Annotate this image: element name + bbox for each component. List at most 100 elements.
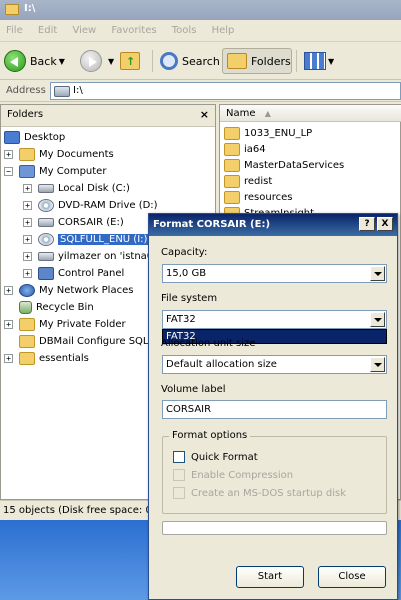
expand-icon[interactable]: + xyxy=(23,251,32,261)
checkbox-box[interactable] xyxy=(173,451,185,463)
tree-item-network-places[interactable]: + My Network Places xyxy=(4,282,133,298)
filesystem-value: FAT32 xyxy=(166,314,196,325)
format-dialog: Format CORSAIR (E:) ? X Capacity: 15,0 G… xyxy=(148,213,398,600)
quick-format-checkbox[interactable]: Quick Format xyxy=(173,451,258,463)
expand-icon[interactable]: + xyxy=(23,183,32,193)
filesystem-select[interactable]: FAT32 xyxy=(162,310,387,329)
file-row[interactable]: 1033_ENU_LP xyxy=(224,125,312,141)
close-button[interactable]: Close xyxy=(318,566,386,588)
views-button[interactable]: ▼ xyxy=(304,48,334,74)
tree-item-local-disk[interactable]: + Local Disk (C:) xyxy=(23,180,130,196)
expand-icon[interactable]: + xyxy=(23,268,32,278)
expand-icon[interactable]: + xyxy=(4,285,13,295)
address-value: I:\ xyxy=(73,85,83,96)
tree-item-label: Local Disk (C:) xyxy=(58,182,130,194)
tree-item-dvd-drive[interactable]: + DVD-RAM Drive (D:) xyxy=(23,197,158,213)
up-folder-icon: ↑ xyxy=(120,52,140,70)
tree-item-sqlfull[interactable]: + SQLFULL_ENU (I:) xyxy=(23,231,150,247)
views-icon xyxy=(304,52,326,70)
menu-file[interactable]: File xyxy=(0,20,29,36)
folder-icon xyxy=(224,158,240,172)
file-row[interactable]: MasterDataServices xyxy=(224,157,344,173)
folder-icon xyxy=(224,142,240,156)
address-input[interactable]: I:\ xyxy=(50,82,401,100)
search-button[interactable]: Search xyxy=(160,48,220,74)
column-header-name[interactable]: Name ▲ xyxy=(220,105,401,122)
forward-button[interactable]: ▼ xyxy=(80,48,114,74)
capacity-select[interactable]: 15,0 GB xyxy=(162,264,387,283)
expand-icon[interactable]: + xyxy=(4,319,13,329)
back-label: Back xyxy=(30,54,57,68)
help-button[interactable]: ? xyxy=(359,217,375,231)
format-progress-bar xyxy=(162,521,387,535)
volume-label: Volume label xyxy=(161,384,226,395)
capacity-value: 15,0 GB xyxy=(166,268,207,279)
folder-icon xyxy=(224,126,240,140)
expand-icon[interactable]: + xyxy=(4,149,13,159)
back-button[interactable]: Back ▼ xyxy=(4,48,65,74)
dialog-title-bar[interactable]: Format CORSAIR (E:) ? X xyxy=(149,214,397,236)
removable-disk-icon xyxy=(38,217,54,227)
chevron-down-icon[interactable] xyxy=(370,357,385,372)
menu-tools[interactable]: Tools xyxy=(166,20,203,36)
tree-item-label: yilmazer on 'istna01 xyxy=(58,250,160,262)
network-drive-icon xyxy=(38,251,54,261)
search-label: Search xyxy=(182,54,220,68)
close-dialog-button[interactable]: X xyxy=(377,217,393,231)
volume-label-input[interactable]: CORSAIR xyxy=(162,400,387,419)
close-folders-pane-button[interactable]: × xyxy=(200,108,209,121)
folders-button[interactable]: Folders xyxy=(222,48,292,74)
expand-icon[interactable]: + xyxy=(23,217,32,227)
chevron-down-icon[interactable] xyxy=(370,312,385,327)
file-row[interactable]: resources xyxy=(224,189,292,205)
control-panel-icon xyxy=(38,266,54,280)
msdos-startup-checkbox: Create an MS-DOS startup disk xyxy=(173,487,346,499)
expand-icon[interactable]: + xyxy=(23,200,32,210)
private-folder-icon xyxy=(19,317,35,331)
expand-icon[interactable]: + xyxy=(4,353,13,363)
menu-favorites[interactable]: Favorites xyxy=(105,20,162,36)
tree-item-label: SQLFULL_ENU (I:) xyxy=(58,233,150,245)
tree-item-essentials[interactable]: + essentials xyxy=(4,350,89,366)
dropdown-arrow-icon: ▼ xyxy=(328,56,335,66)
up-folder-button[interactable]: ↑ xyxy=(120,48,140,74)
tree-item-label: essentials xyxy=(39,352,89,364)
window-title-bar[interactable]: I:\ xyxy=(0,0,401,20)
dropdown-arrow-icon: ▼ xyxy=(108,56,115,66)
allocation-select[interactable]: Default allocation size xyxy=(162,355,387,374)
computer-icon xyxy=(19,164,35,178)
volume-label-value: CORSAIR xyxy=(166,404,212,415)
tree-item-network-drive[interactable]: + yilmazer on 'istna01 xyxy=(23,248,160,264)
format-options-legend: Format options xyxy=(169,430,251,441)
tree-item-label: My Computer xyxy=(39,165,107,177)
start-button[interactable]: Start xyxy=(236,566,304,588)
tree-item-corsair[interactable]: + CORSAIR (E:) xyxy=(23,214,124,230)
menu-edit[interactable]: Edit xyxy=(32,20,63,36)
drive-icon xyxy=(54,86,70,97)
file-name: 1033_ENU_LP xyxy=(244,127,313,139)
tree-item-control-panel[interactable]: + Control Panel xyxy=(23,265,124,281)
cd-drive-icon xyxy=(38,232,54,246)
collapse-icon[interactable]: − xyxy=(4,166,13,176)
back-arrow-icon xyxy=(4,50,26,72)
tree-item-label: My Documents xyxy=(39,148,114,160)
recycle-bin-icon xyxy=(19,300,32,314)
file-row[interactable]: redist xyxy=(224,173,272,189)
dropdown-arrow-icon: ▼ xyxy=(58,56,65,66)
tree-item-recycle-bin[interactable]: Recycle Bin xyxy=(19,299,94,315)
tree-item-label: DBMail Configure SQL20 xyxy=(39,335,162,347)
tree-item-private-folder[interactable]: + My Private Folder xyxy=(4,316,126,332)
expand-icon[interactable]: + xyxy=(23,234,32,244)
tree-item-desktop[interactable]: Desktop xyxy=(4,129,65,145)
folders-icon xyxy=(227,53,247,69)
tree-item-my-documents[interactable]: + My Documents xyxy=(4,146,114,162)
hard-disk-icon xyxy=(38,183,54,193)
menu-view[interactable]: View xyxy=(66,20,102,36)
chevron-down-icon[interactable] xyxy=(370,266,385,281)
file-row[interactable]: ia64 xyxy=(224,141,266,157)
tree-item-dbmail[interactable]: DBMail Configure SQL20 xyxy=(19,333,161,349)
format-options-group: Format options Quick Format Enable Compr… xyxy=(162,430,387,514)
menu-help[interactable]: Help xyxy=(206,20,241,36)
tree-item-my-computer[interactable]: − My Computer xyxy=(4,163,106,179)
search-icon xyxy=(160,52,178,70)
